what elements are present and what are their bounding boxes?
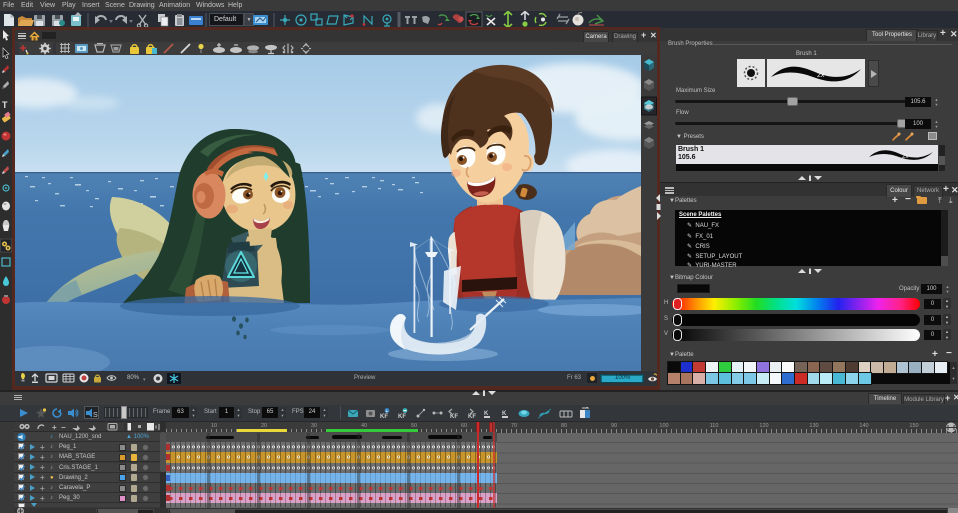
svg-text:+: +	[52, 423, 57, 431]
svg-text:−: −	[61, 423, 66, 431]
svg-text:2x: 2x	[817, 72, 825, 79]
svg-text:T: T	[2, 100, 8, 110]
svg-text:KF: KF	[468, 414, 476, 420]
svg-text:+: +	[385, 409, 388, 415]
svg-text:KF: KF	[380, 414, 388, 420]
svg-text:KF: KF	[450, 414, 458, 420]
svg-text:2x: 2x	[902, 154, 908, 160]
svg-text:KF: KF	[398, 414, 406, 420]
svg-text:S: S	[93, 412, 98, 418]
